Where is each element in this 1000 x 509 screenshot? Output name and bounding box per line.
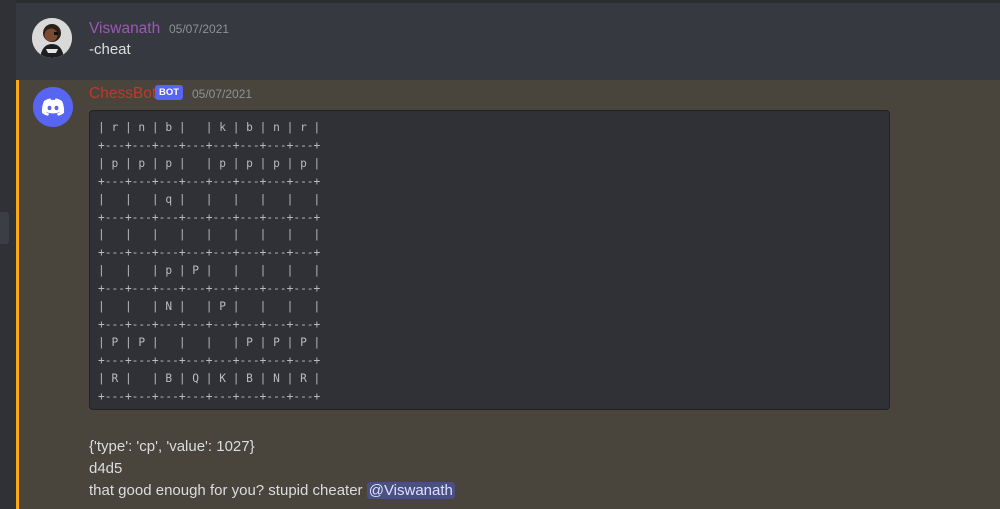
message-viswanath: Viswanath 05/07/2021 -cheat [16, 4, 1000, 80]
user-mention[interactable]: @Viswanath [366, 482, 455, 499]
scroll-handle[interactable] [0, 212, 9, 244]
avatar-viswanath[interactable] [32, 18, 72, 58]
timestamp: 05/07/2021 [169, 22, 230, 36]
avatar-chessbot[interactable] [33, 87, 73, 127]
code-block: | r | n | b | | k | b | n | r | +---+---… [89, 110, 890, 410]
username[interactable]: ChessBot [89, 85, 156, 103]
divider [16, 0, 1000, 3]
user-avatar-icon [32, 18, 72, 58]
message-text: {'type': 'cp', 'value': 1027} d4d5 that … [89, 436, 455, 502]
message-chessbot: ChessBot BOT 05/07/2021 | r | n | b | | … [16, 80, 1000, 509]
discord-logo-icon [33, 87, 73, 127]
reply-line: that good enough for you? stupid cheater… [89, 480, 455, 502]
username[interactable]: Viswanath [89, 20, 160, 38]
bot-badge: BOT [155, 85, 184, 100]
timestamp: 05/07/2021 [192, 87, 253, 101]
chess-board-text: | r | n | b | | k | b | n | r | +---+---… [98, 121, 321, 403]
left-rail [0, 0, 16, 509]
eval-line: {'type': 'cp', 'value': 1027} [89, 438, 255, 455]
message-text: -cheat [89, 41, 131, 58]
move-line: d4d5 [89, 460, 123, 477]
reply-text: that good enough for you? stupid cheater [89, 482, 367, 499]
